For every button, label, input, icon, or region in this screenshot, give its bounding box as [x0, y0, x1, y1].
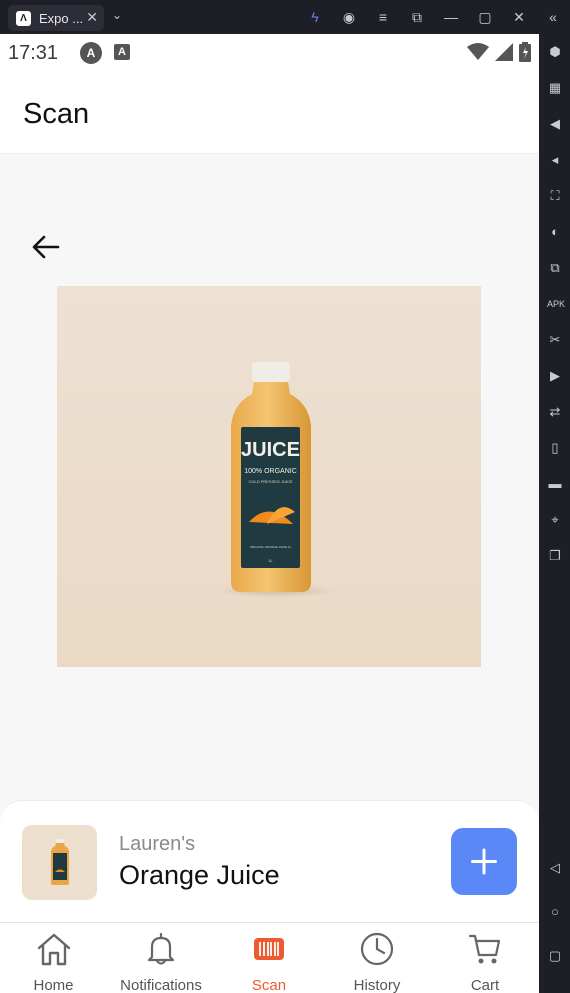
tab-home-label: Home — [33, 977, 74, 993]
account-icon[interactable]: ◉ — [332, 9, 366, 26]
scanned-product-image: JUICE 100% ORGANIC COLD PRESSED JUICE OR… — [57, 286, 481, 667]
chevron-down-icon[interactable]: ⌄ — [112, 8, 122, 22]
volume-down-icon[interactable]: ◂ — [547, 152, 563, 168]
menu-icon[interactable]: ≡ — [366, 9, 400, 25]
signal-icon — [495, 43, 513, 61]
home-icon — [37, 933, 70, 966]
svg-text:COLD PRESSED JUICE: COLD PRESSED JUICE — [248, 479, 292, 484]
tab-history[interactable]: History — [323, 923, 431, 993]
shake-icon[interactable]: ▯ — [547, 440, 563, 456]
back-arrow-icon[interactable] — [30, 231, 62, 263]
record-icon[interactable]: ▶ — [547, 368, 563, 384]
juice-thumbnail-icon — [51, 839, 69, 885]
screenshot-icon[interactable]: ⛶ — [547, 188, 563, 204]
phone-screen: 17:31 A A Scan JUICE 100% ORGANIC COLD P… — [0, 34, 539, 993]
status-bar: 17:31 A A — [0, 34, 539, 74]
history-icon — [360, 932, 394, 966]
notification-b-icon: A — [114, 44, 130, 60]
svg-text:ORGANIC ORANGE JUICE 1L: ORGANIC ORANGE JUICE 1L — [250, 545, 292, 549]
tab-cart-label: Cart — [470, 977, 500, 993]
collapse-icon[interactable]: « — [536, 9, 570, 25]
wifi-icon — [467, 43, 489, 60]
product-name: Orange Juice — [119, 860, 280, 890]
expo-logo-icon: Λ — [16, 10, 31, 26]
tab-home[interactable]: Home — [0, 923, 107, 993]
cart-icon — [468, 934, 501, 964]
product-card[interactable]: Lauren's Orange Juice — [0, 800, 539, 922]
location-icon[interactable]: ⌖ — [547, 512, 563, 528]
minimize-icon[interactable]: — — [434, 9, 468, 25]
folder-icon[interactable]: ▬ — [547, 476, 563, 492]
popout-icon[interactable]: ⧉ — [400, 9, 434, 26]
svg-text:100% ORGANIC: 100% ORGANIC — [244, 468, 297, 475]
svg-text:JUICE: JUICE — [241, 439, 300, 461]
keyboard-icon[interactable]: ▦ — [547, 80, 563, 96]
home-nav-icon[interactable]: ○ — [547, 904, 563, 920]
emulator-side-rail: ⬢ ▦ ◀ ◂ ⛶ ◐ ⧉ APK ✂ ▶ ⇄ ▯ ▬ ⌖ ❐ ◁ ○ ▢ — [539, 34, 570, 993]
tab-history-label: History — [353, 977, 401, 993]
bell-icon — [147, 932, 175, 965]
tab-scan[interactable]: Scan — [215, 923, 323, 993]
lightning-icon[interactable]: ϟ — [298, 9, 332, 25]
apk-install-icon[interactable]: APK — [547, 296, 565, 312]
add-to-cart-button[interactable] — [451, 828, 517, 895]
battery-icon — [519, 42, 531, 62]
window-tab[interactable]: Λ Expo ... ✕ — [8, 5, 104, 31]
product-brand: Lauren's — [119, 833, 196, 855]
scan-barcode-icon — [254, 938, 284, 960]
window-tab-title: Expo ... — [39, 10, 84, 26]
page-title: Scan — [23, 98, 90, 130]
volume-up-icon[interactable]: ◀ — [547, 116, 563, 132]
status-time: 17:31 — [8, 42, 59, 64]
tab-scan-label: Scan — [251, 977, 287, 993]
settings-icon[interactable]: ⬢ — [547, 44, 563, 60]
emulator-title-bar: Λ Expo ... ✕ ⌄ ϟ ◉ ≡ ⧉ — ▢ ✕ « — [0, 0, 570, 34]
tab-close-icon[interactable]: ✕ — [86, 9, 98, 26]
multi-window-icon[interactable]: ⧉ — [547, 260, 563, 276]
svg-text:1L: 1L — [268, 558, 273, 563]
sync-icon[interactable]: ⇄ — [547, 404, 563, 420]
maximize-icon[interactable]: ▢ — [468, 9, 502, 26]
tab-notifications[interactable]: Notifications — [107, 923, 215, 993]
close-icon[interactable]: ✕ — [502, 9, 536, 26]
tab-notifications-label: Notifications — [120, 977, 202, 993]
notification-a-icon: A — [80, 42, 102, 64]
cut-icon[interactable]: ✂ — [547, 332, 563, 348]
product-thumbnail — [22, 825, 97, 900]
tab-cart[interactable]: Cart — [431, 923, 539, 993]
bottom-tab-bar: Home Notifications Scan History Cart — [0, 922, 539, 993]
app-header: Scan — [0, 74, 539, 154]
back-nav-icon[interactable]: ◁ — [547, 860, 563, 876]
copy-icon[interactable]: ❐ — [547, 548, 563, 564]
juice-bottle-illustration: JUICE 100% ORGANIC COLD PRESSED JUICE OR… — [217, 362, 337, 598]
recents-nav-icon[interactable]: ▢ — [547, 948, 563, 964]
plus-icon — [471, 848, 497, 875]
rotate-icon[interactable]: ◐ — [547, 224, 563, 240]
